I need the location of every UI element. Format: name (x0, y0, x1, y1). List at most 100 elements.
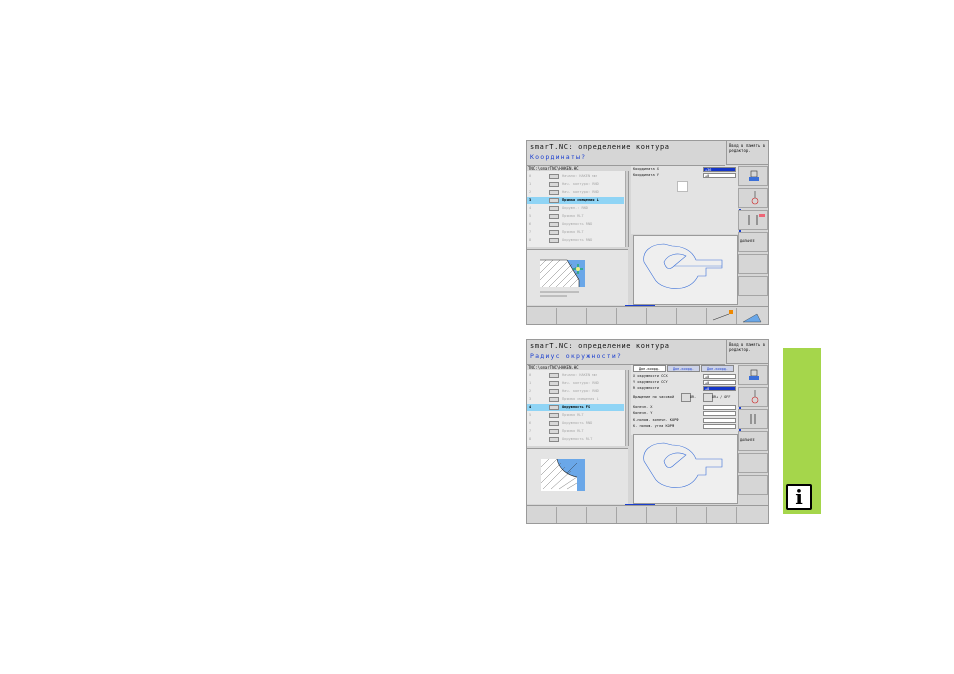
softkey-h7[interactable] (707, 507, 737, 523)
softkey-radius[interactable] (738, 188, 768, 208)
softkey-h5[interactable] (647, 507, 677, 523)
block-icon (549, 206, 559, 211)
softkey-empty[interactable] (738, 453, 768, 473)
softkey-h7[interactable] (707, 308, 737, 324)
tree-item[interactable]: 2 Нач. контура: RND (527, 388, 624, 395)
tree-item[interactable]: 0 Начало: HAKEN мм (527, 173, 624, 180)
tree-item[interactable]: 6 Окружность RND (527, 420, 624, 427)
block-icon (549, 381, 559, 386)
input-form: Координата X +36 Координата Y +0 (631, 166, 738, 234)
tree-item-selected[interactable]: 3 Прямая смещения L (527, 197, 624, 204)
contour-graphic (633, 235, 738, 305)
dialog-prompt: Координаты? (530, 153, 587, 161)
program-tree[interactable]: 0 Начало: HAKEN мм 1 Нач. контура: RND 2 На… (527, 171, 629, 247)
softkey-empty[interactable] (738, 276, 768, 296)
block-icon (549, 174, 559, 179)
line-icon (549, 198, 559, 203)
tool-icon (750, 414, 756, 424)
softkey-h4[interactable] (617, 507, 647, 523)
input-form: Доп.коорд. Доп.коорд. Доп.коорд. X окруж… (631, 365, 738, 435)
softkey-h3[interactable] (587, 308, 617, 324)
softkey-tool[interactable] (738, 409, 768, 429)
softkey-store[interactable] (738, 365, 768, 385)
tree-scrollbar[interactable] (625, 370, 628, 446)
block-icon (549, 373, 559, 378)
tnc-screen-contour-line: smarT.NC: определение контура Координаты… (526, 140, 769, 325)
softkey-h8[interactable] (737, 308, 768, 324)
block-icon (549, 214, 559, 219)
form-row-korf-angle: К. полож. угла КОРФ (633, 424, 738, 430)
form-row-rotation: Вращение по часовой DR- DR+ / OFF (633, 393, 738, 402)
softkey-radius[interactable] (738, 387, 768, 407)
contour-svg (643, 243, 723, 289)
tree-item[interactable]: 6 Окружность RND (527, 221, 624, 228)
softkey-dalnee[interactable]: ДАЛЬНЕЕ (738, 431, 768, 451)
softkey-h2[interactable] (557, 507, 587, 523)
block-icon (549, 182, 559, 187)
store-icon (749, 170, 759, 181)
softkey-empty[interactable] (738, 475, 768, 495)
horizontal-softkeys (527, 505, 768, 523)
form-tabs: Доп.коорд. Доп.коорд. Доп.коорд. (631, 365, 738, 372)
softkey-tool[interactable] (738, 210, 768, 230)
softkey-h2[interactable] (557, 308, 587, 324)
form-row-end-y: Конечн. Y (633, 411, 738, 417)
radius-icon (751, 191, 759, 205)
screen-header: smarT.NC: определение контура Радиус окр… (527, 340, 725, 365)
softkey-h6[interactable] (677, 507, 707, 523)
vertical-softkeys: ДАЛЬНЕЕ (726, 166, 768, 306)
softkey-h3[interactable] (587, 507, 617, 523)
vertical-softkeys: ДАЛЬНЕЕ (726, 365, 768, 505)
block-icon (549, 413, 559, 418)
tab-main[interactable]: Доп.коорд. (633, 365, 666, 372)
tree-item[interactable]: 1 Нач. контура: RND (527, 181, 624, 188)
block-icon (549, 421, 559, 426)
tree-item[interactable]: 8 Окружность RND (527, 237, 624, 244)
tree-item[interactable]: 1 Нач. контура: RND (527, 380, 624, 387)
screen-title: smarT.NC: определение контура (530, 342, 670, 350)
block-icon (549, 230, 559, 235)
tree-item-selected[interactable]: 4 Окружность FS (527, 404, 624, 411)
tree-item[interactable]: 5 Прямая RLT (527, 213, 624, 220)
block-icon (549, 437, 559, 442)
softkey-row-indicator (625, 504, 655, 505)
tree-item[interactable]: 5 Прямая RLT (527, 412, 624, 419)
tree-item[interactable]: 2 Нач. контура: RND (527, 189, 624, 196)
tree-item[interactable]: 3 Прямая смещения L (527, 396, 624, 403)
horizontal-softkeys (527, 306, 768, 324)
radius-icon (751, 390, 759, 404)
help-drawing (527, 448, 628, 504)
softkey-h5[interactable] (647, 308, 677, 324)
help-drawing (527, 249, 628, 305)
softkey-empty[interactable] (738, 254, 768, 274)
block-icon (549, 429, 559, 434)
softkey-h8[interactable] (737, 507, 768, 523)
mode-indicator: Ввод в память в редактор. (726, 141, 768, 165)
softkey-dalnee[interactable]: ДАЛЬНЕЕ (738, 232, 768, 252)
mode-indicator: Ввод в память в редактор. (726, 340, 768, 364)
tree-item[interactable]: 7 Прямая RLT (527, 229, 624, 236)
contour-help-svg (539, 259, 585, 297)
tree-scrollbar[interactable] (625, 171, 628, 247)
softkey-h4[interactable] (617, 308, 647, 324)
tool-icon (748, 214, 765, 225)
softkey-store[interactable] (738, 166, 768, 186)
store-icon (749, 369, 759, 380)
screen-header: smarT.NC: определение контура Координаты… (527, 141, 725, 166)
block-icon (549, 238, 559, 243)
block-icon (549, 222, 559, 227)
softkey-h1[interactable] (527, 308, 557, 324)
softkey-h1[interactable] (527, 507, 557, 523)
program-tree[interactable]: 0 Начало: HAKEN мм 1 Нач. контура: RND 2 На… (527, 370, 629, 446)
softkey-h6[interactable] (677, 308, 707, 324)
tree-item[interactable]: 0 Начало: HAKEN мм (527, 372, 624, 379)
contour-graphic (633, 434, 738, 504)
tree-item[interactable]: 8 Окружность RLT (527, 436, 624, 443)
tree-item[interactable]: 4 Окружн.: RND (527, 205, 624, 212)
form-row-y: Координата Y +0 (633, 173, 738, 179)
tree-item[interactable]: 7 Прямая RLT (527, 428, 624, 435)
help-graphic (677, 181, 688, 192)
form-row-radius: R окружности +8 (633, 386, 738, 392)
block-icon (549, 397, 559, 402)
tab-extra-1[interactable]: Доп.коорд. (667, 365, 700, 372)
